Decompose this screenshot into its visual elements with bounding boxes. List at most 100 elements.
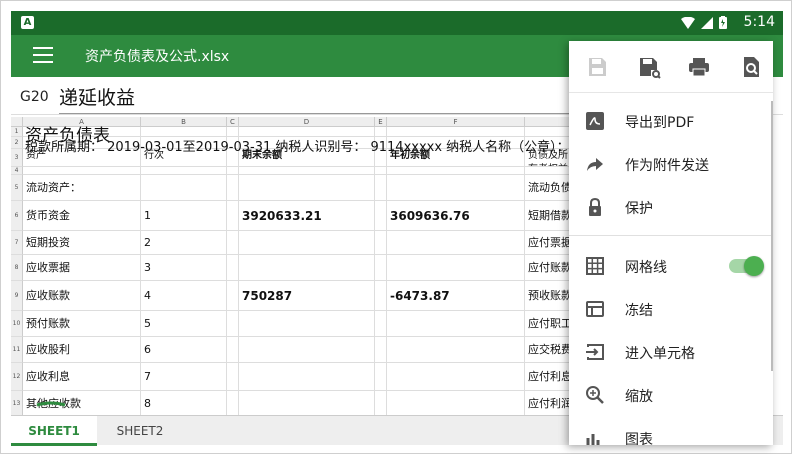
table-cell[interactable] xyxy=(387,231,525,255)
selection-handle-icon[interactable] xyxy=(35,401,67,407)
table-cell[interactable] xyxy=(375,311,387,337)
column-header-b[interactable]: B xyxy=(141,117,227,127)
table-cell[interactable] xyxy=(239,167,375,175)
table-cell[interactable] xyxy=(23,167,141,175)
row-header[interactable]: 4 xyxy=(11,167,23,175)
table-cell[interactable] xyxy=(227,391,239,415)
table-cell[interactable]: 应付账款 xyxy=(525,255,571,281)
search-file-icon[interactable] xyxy=(739,55,763,79)
table-cell[interactable] xyxy=(239,255,375,281)
table-cell[interactable] xyxy=(239,337,375,363)
table-cell[interactable]: 2 xyxy=(141,231,227,255)
table-cell[interactable]: 5 xyxy=(141,311,227,337)
table-cell[interactable]: 应收股利 xyxy=(23,337,141,363)
table-cell[interactable]: 应收账款 xyxy=(23,281,141,311)
column-header-f[interactable]: F xyxy=(387,117,525,127)
table-cell[interactable] xyxy=(387,363,525,391)
row-header[interactable]: 3 xyxy=(11,149,23,167)
table-cell[interactable] xyxy=(375,363,387,391)
table-cell[interactable]: 预收账款 xyxy=(525,281,571,311)
table-cell[interactable] xyxy=(227,255,239,281)
tab-sheet2[interactable]: SHEET2 xyxy=(97,416,183,446)
row-header[interactable]: 11 xyxy=(11,337,23,363)
cell-reference[interactable]: G20 xyxy=(20,89,49,105)
formula-input[interactable]: 递延收益 xyxy=(59,83,579,114)
menu-item-send-attachment[interactable]: 作为附件发送 xyxy=(569,143,773,185)
row-header[interactable]: 8 xyxy=(11,255,23,281)
corner-cell[interactable] xyxy=(11,117,23,127)
table-cell[interactable]: 预付账款 xyxy=(23,311,141,337)
row-header[interactable]: 12 xyxy=(11,363,23,391)
menu-item-export-pdf[interactable]: 导出到PDF xyxy=(569,100,773,142)
row-header[interactable]: 1 xyxy=(11,127,23,137)
print-icon[interactable] xyxy=(687,55,711,79)
menu-item-chart[interactable]: 图表 xyxy=(569,417,773,445)
table-cell[interactable]: 应交税费 xyxy=(525,337,571,363)
table-cell[interactable] xyxy=(227,167,239,175)
column-header-c[interactable]: C xyxy=(227,117,239,127)
table-cell[interactable] xyxy=(375,167,387,175)
spreadsheet-grid[interactable]: A B C D E F 123资产行次期末余额年初余额负债及所有者权益45流动资… xyxy=(11,117,571,415)
column-header-e[interactable]: E xyxy=(375,117,387,127)
table-cell[interactable] xyxy=(227,363,239,391)
row-header[interactable]: 13 xyxy=(11,391,23,415)
table-cell[interactable] xyxy=(375,231,387,255)
table-cell[interactable]: -6473.87 xyxy=(387,281,525,311)
menu-item-zoom[interactable]: 缩放 xyxy=(569,374,773,416)
table-cell[interactable]: 3 xyxy=(141,255,227,281)
table-cell[interactable] xyxy=(375,175,387,201)
menu-item-enter-cell[interactable]: 进入单元格 xyxy=(569,331,773,373)
table-cell[interactable]: 应收利息 xyxy=(23,363,141,391)
table-cell[interactable] xyxy=(227,281,239,311)
column-header-g[interactable] xyxy=(525,117,571,127)
table-cell[interactable] xyxy=(239,391,375,415)
table-cell[interactable] xyxy=(387,311,525,337)
table-cell[interactable]: 流动负债 xyxy=(525,175,571,201)
table-cell[interactable]: 应付利息 xyxy=(525,363,571,391)
table-cell[interactable] xyxy=(387,337,525,363)
table-cell[interactable]: 3609636.76 xyxy=(387,201,525,231)
table-cell[interactable] xyxy=(375,391,387,415)
gridlines-toggle[interactable] xyxy=(729,256,764,276)
menu-item-gridlines[interactable]: 网格线 xyxy=(569,245,773,287)
table-cell[interactable]: 1 xyxy=(141,201,227,231)
table-cell[interactable]: 应付票据 xyxy=(525,231,571,255)
table-cell[interactable]: 货币资金 xyxy=(23,201,141,231)
table-cell[interactable]: 短期投资 xyxy=(23,231,141,255)
row-header[interactable]: 7 xyxy=(11,231,23,255)
table-cell[interactable] xyxy=(375,337,387,363)
row-header[interactable]: 9 xyxy=(11,281,23,311)
table-cell[interactable] xyxy=(227,231,239,255)
save-as-icon[interactable] xyxy=(637,55,661,79)
table-cell[interactable] xyxy=(227,201,239,231)
table-cell[interactable]: 应付职工 xyxy=(525,311,571,337)
table-cell[interactable] xyxy=(239,311,375,337)
table-cell[interactable] xyxy=(239,363,375,391)
menu-item-freeze[interactable]: 冻结 xyxy=(569,288,773,330)
tab-sheet1[interactable]: SHEET1 xyxy=(11,416,97,446)
table-cell[interactable]: 750287 xyxy=(239,281,375,311)
menu-item-protect[interactable]: 保护 xyxy=(569,186,773,228)
table-cell[interactable] xyxy=(525,167,571,175)
table-cell[interactable]: 应收票据 xyxy=(23,255,141,281)
table-cell[interactable]: 短期借款 xyxy=(525,201,571,231)
table-cell[interactable] xyxy=(375,201,387,231)
column-header-d[interactable]: D xyxy=(239,117,375,127)
table-cell[interactable] xyxy=(141,167,227,175)
table-cell[interactable]: 3920633.21 xyxy=(239,201,375,231)
table-cell[interactable] xyxy=(387,391,525,415)
table-cell[interactable] xyxy=(141,175,227,201)
table-cell[interactable]: 7 xyxy=(141,363,227,391)
table-cell[interactable]: 应付利润 xyxy=(525,391,571,415)
table-cell[interactable]: 流动资产： xyxy=(23,175,141,201)
table-cell[interactable]: 8 xyxy=(141,391,227,415)
table-cell[interactable] xyxy=(239,231,375,255)
table-cell[interactable] xyxy=(387,255,525,281)
table-cell[interactable] xyxy=(227,337,239,363)
table-cell[interactable] xyxy=(227,311,239,337)
table-cell[interactable] xyxy=(387,167,525,175)
table-cell[interactable]: 6 xyxy=(141,337,227,363)
table-cell[interactable] xyxy=(387,175,525,201)
table-cell[interactable]: 4 xyxy=(141,281,227,311)
row-header[interactable]: 2 xyxy=(11,137,23,149)
